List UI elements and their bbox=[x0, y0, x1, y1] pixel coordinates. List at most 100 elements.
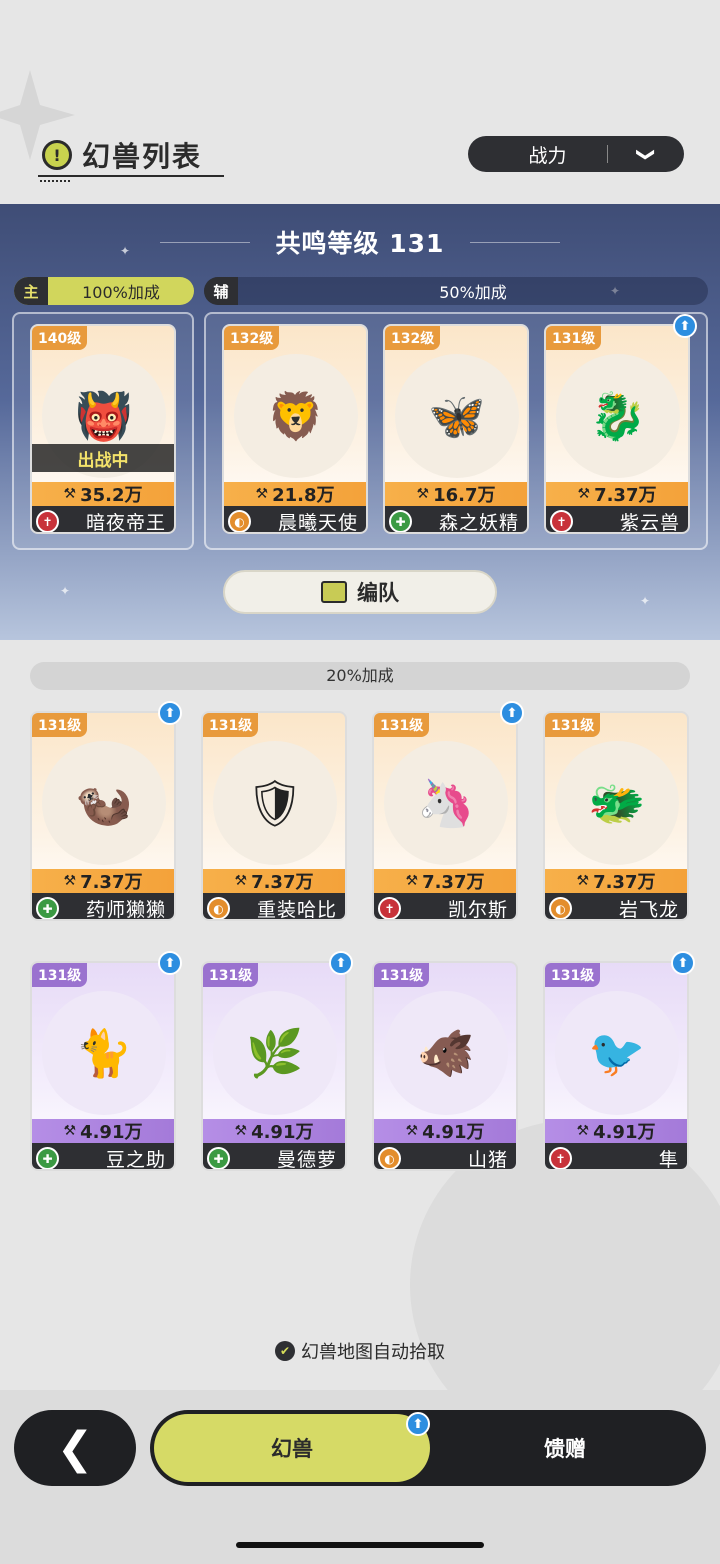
auto-pick-toggle[interactable]: ✔ 幻兽地图自动拾取 bbox=[0, 1338, 720, 1364]
aux-tag: 辅 bbox=[204, 277, 238, 305]
beast-portrait: 🐗 bbox=[384, 991, 508, 1115]
formation-button[interactable]: 编队 bbox=[223, 570, 497, 614]
upgrade-arrow-icon[interactable]: ⬆ bbox=[158, 701, 182, 725]
title-dots bbox=[40, 180, 70, 183]
upgrade-arrow-icon: ⬆ bbox=[406, 1412, 430, 1436]
heal-role-icon: ✚ bbox=[389, 510, 412, 532]
beast-card[interactable]: 🛡 131级 ⚒ 7.37万 重装哈比 ◐ bbox=[201, 711, 347, 921]
power-icon: ⚒ bbox=[234, 873, 248, 889]
upgrade-arrow-icon[interactable]: ⬆ bbox=[673, 314, 697, 338]
power-icon: ⚒ bbox=[416, 486, 430, 502]
power-text: 7.37万 bbox=[594, 485, 657, 506]
power-icon: ⚒ bbox=[255, 486, 269, 502]
beast-portrait: 🦦 bbox=[42, 741, 166, 865]
main-bonus-bar: 主 100%加成 bbox=[14, 277, 194, 305]
defense-role-icon: ◐ bbox=[378, 1147, 401, 1169]
power-icon: ⚒ bbox=[63, 1123, 77, 1139]
level-badge: 131级 bbox=[32, 713, 88, 737]
level-badge: 132级 bbox=[385, 326, 441, 350]
beast-art-icon: 🐈 bbox=[75, 1025, 133, 1080]
beast-art-icon: 🐉 bbox=[589, 388, 647, 443]
beast-art-icon: 🦦 bbox=[75, 775, 133, 830]
beast-art-icon: 🐲 bbox=[588, 775, 646, 830]
level-badge: 131级 bbox=[203, 963, 259, 987]
power-value: ⚒ 7.37万 bbox=[546, 482, 688, 506]
beast-portrait: 🦁 bbox=[234, 354, 358, 478]
power-value: ⚒ 7.37万 bbox=[545, 869, 687, 893]
heal-role-icon: ✚ bbox=[36, 897, 59, 919]
chevron-down-icon[interactable]: ❯ bbox=[636, 116, 657, 192]
power-text: 4.91万 bbox=[251, 1122, 314, 1143]
checkbox-checked-icon[interactable]: ✔ bbox=[275, 1341, 295, 1361]
defense-role-icon: ◐ bbox=[549, 897, 572, 919]
power-value: ⚒ 16.7万 bbox=[385, 482, 527, 506]
beast-portrait: 🐈 bbox=[42, 991, 166, 1115]
power-icon: ⚒ bbox=[63, 486, 77, 502]
power-text: 21.8万 bbox=[272, 485, 335, 506]
level-badge: 131级 bbox=[545, 963, 601, 987]
upgrade-arrow-icon[interactable]: ⬆ bbox=[500, 701, 524, 725]
beast-art-icon: 👹 bbox=[75, 388, 133, 443]
beast-art-icon: 🐗 bbox=[417, 1025, 475, 1080]
level-badge: 131级 bbox=[374, 963, 430, 987]
level-badge: 131级 bbox=[32, 963, 88, 987]
tab-beasts[interactable]: 幻兽 bbox=[154, 1414, 430, 1482]
power-icon: ⚒ bbox=[63, 873, 77, 889]
beast-card-aux-1[interactable]: 🦁 132级 ⚒ 21.8万 晨曦天使 ◐ bbox=[222, 324, 368, 534]
sort-dropdown[interactable]: 战力 ❯ bbox=[468, 136, 684, 172]
beast-card[interactable]: 🦄 131级 ⚒ 7.37万 凯尔斯 ✝ bbox=[372, 711, 518, 921]
power-value: ⚒ 4.91万 bbox=[32, 1119, 174, 1143]
resonance-level: 共鸣等级 131 bbox=[275, 229, 445, 258]
sort-divider bbox=[607, 145, 608, 163]
beast-card[interactable]: 🐗 131级 ⚒ 4.91万 山猪 ◐ bbox=[372, 961, 518, 1171]
level-badge: 132级 bbox=[224, 326, 280, 350]
beast-portrait: 🐉 bbox=[556, 354, 680, 478]
level-badge: 131级 bbox=[545, 713, 601, 737]
defense-role-icon: ◐ bbox=[207, 897, 230, 919]
heal-role-icon: ✚ bbox=[36, 1147, 59, 1169]
power-text: 16.7万 bbox=[433, 485, 496, 506]
beast-card-main[interactable]: 👹 140级 出战中 ⚒ 35.2万 暗夜帝王 ✝ bbox=[30, 324, 176, 534]
power-icon: ⚒ bbox=[405, 873, 419, 889]
upgrade-arrow-icon[interactable]: ⬆ bbox=[158, 951, 182, 975]
power-value: ⚒ 4.91万 bbox=[203, 1119, 345, 1143]
power-icon: ⚒ bbox=[405, 1123, 419, 1139]
alert-icon[interactable]: ! bbox=[42, 140, 72, 170]
chevron-left-icon: ❮ bbox=[56, 1422, 94, 1474]
tab-gifts[interactable]: 馈赠 bbox=[430, 1414, 700, 1482]
upgrade-arrow-icon[interactable]: ⬆ bbox=[329, 951, 353, 975]
beast-portrait: 🛡 bbox=[213, 741, 337, 865]
beast-card[interactable]: 🐈 131级 ⚒ 4.91万 豆之助 ✚ bbox=[30, 961, 176, 1171]
heal-role-icon: ✚ bbox=[207, 1147, 230, 1169]
beast-card[interactable]: 🐲 131级 ⚒ 7.37万 岩飞龙 ◐ bbox=[543, 711, 689, 921]
attack-role-icon: ✝ bbox=[378, 897, 401, 919]
beast-card-aux-3[interactable]: 🐉 131级 ⚒ 7.37万 紫云兽 ✝ bbox=[544, 324, 690, 534]
power-icon: ⚒ bbox=[576, 873, 590, 889]
beast-art-icon: 🐦 bbox=[588, 1025, 646, 1080]
power-text: 4.91万 bbox=[593, 1122, 656, 1143]
page-title: ! 幻兽列表 bbox=[42, 132, 202, 178]
sort-label: 战力 bbox=[528, 144, 567, 167]
title-underline bbox=[38, 175, 224, 177]
power-text: 7.37万 bbox=[251, 872, 314, 893]
beast-portrait: 🐦 bbox=[555, 991, 679, 1115]
attack-role-icon: ✝ bbox=[549, 1147, 572, 1169]
beast-art-icon: 🦄 bbox=[417, 775, 475, 830]
flag-icon bbox=[321, 581, 347, 603]
power-text: 7.37万 bbox=[593, 872, 656, 893]
beast-portrait: 🌿 bbox=[213, 991, 337, 1115]
beast-card-aux-2[interactable]: 🦋 132级 ⚒ 16.7万 森之妖精 ✚ bbox=[383, 324, 529, 534]
beast-card[interactable]: 🦦 131级 ⚒ 7.37万 药师獭獭 ✚ bbox=[30, 711, 176, 921]
power-value: ⚒ 4.91万 bbox=[545, 1119, 687, 1143]
beast-art-icon: 🦁 bbox=[267, 388, 325, 443]
deployed-status: 出战中 bbox=[32, 444, 174, 472]
upgrade-arrow-icon[interactable]: ⬆ bbox=[671, 951, 695, 975]
power-value: ⚒ 7.37万 bbox=[203, 869, 345, 893]
beast-card[interactable]: 🌿 131级 ⚒ 4.91万 曼德萝 ✚ bbox=[201, 961, 347, 1171]
power-text: 4.91万 bbox=[422, 1122, 485, 1143]
beast-art-icon: 🛡 bbox=[245, 775, 305, 830]
beast-card[interactable]: 🐦 131级 ⚒ 4.91万隼 ✝ bbox=[543, 961, 689, 1171]
power-value: ⚒ 21.8万 bbox=[224, 482, 366, 506]
power-value: ⚒ 7.37万 bbox=[32, 869, 174, 893]
back-button[interactable]: ❮ bbox=[14, 1410, 136, 1486]
